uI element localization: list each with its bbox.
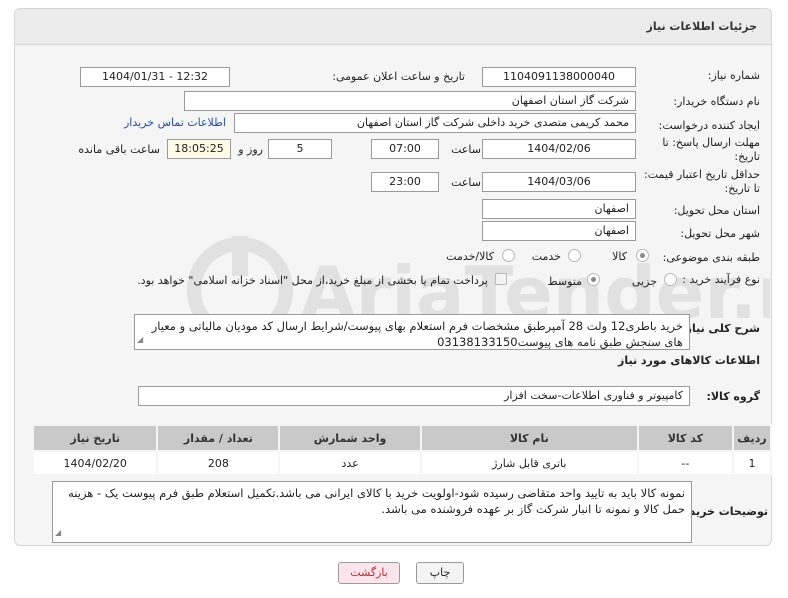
price-date-field: 1404/03/06 (482, 172, 636, 192)
contact-info-link[interactable]: اطلاعات تماس خریدار (124, 116, 226, 129)
announce-field: 1404/01/31 - 12:32 (80, 67, 230, 87)
buyer-org-field: شرکت گاز استان اصفهان (184, 91, 636, 111)
reply-date-field: 1404/02/06 (482, 139, 636, 159)
description-text: خرید باطری12 ولت 28 آمپرطبق مشخصات فرم ا… (151, 319, 683, 349)
goods-table-header: ردیف کد کالا نام کالا واحد شمارش تعداد /… (31, 424, 773, 452)
buyer-org-label: نام دستگاه خریدار: (673, 95, 760, 108)
cell-code: -- (636, 450, 734, 476)
reply-time-field: 07:00 (371, 139, 439, 159)
days-field: 5 (268, 139, 332, 159)
category-option-service: خدمت (531, 250, 561, 263)
cell-need-date: 1404/02/20 (31, 450, 159, 476)
goods-group-field: کامپیوتر و فناوری اطلاعات-سخت افزار (138, 386, 690, 406)
buyer-notes-text: نمونه کالا باید به تایید واحد متقاضی رسی… (68, 486, 685, 516)
cell-unit: عدد (278, 450, 422, 476)
remaining-time-label: ساعت باقی مانده (78, 143, 160, 156)
need-number-field: 1104091138000040 (482, 67, 636, 87)
process-radio-medium[interactable] (587, 273, 600, 286)
col-header-unit: واحد شمارش (278, 424, 422, 452)
goods-table: ردیف کد کالا نام کالا واحد شمارش تعداد /… (31, 424, 773, 476)
category-option-both: کالا/خدمت (446, 250, 494, 263)
category-radio-both[interactable] (502, 249, 515, 262)
price-validity-label-2: تا تاریخ: (724, 182, 760, 195)
resize-handle-icon[interactable]: ◢ (137, 332, 143, 348)
price-time-field: 23:00 (371, 172, 439, 192)
price-time-label: ساعت (451, 176, 481, 189)
buyer-notes-textarea: نمونه کالا باید به تایید واحد متقاضی رسی… (52, 481, 692, 543)
category-radio-service[interactable] (568, 249, 581, 262)
col-header-code: کد کالا (636, 424, 734, 452)
announce-label: تاریخ و ساعت اعلان عمومی: (332, 70, 465, 83)
goods-section-title: اطلاعات کالاهای مورد نیاز (618, 354, 760, 367)
panel-header: جزئیات اطلاعات نیاز (15, 9, 771, 45)
remaining-time-field: 18:05:25 (167, 139, 231, 159)
print-button[interactable]: چاپ (416, 562, 464, 584)
requester-label: ایجاد کننده درخواست: (658, 119, 760, 132)
price-validity-label-1: حداقل تاریخ اعتبار قیمت: (644, 168, 760, 181)
table-row: 1 -- باتری قابل شارژ عدد 208 1404/02/20 (31, 450, 773, 476)
col-header-quantity: تعداد / مقدار (156, 424, 281, 452)
process-radio-minor[interactable] (664, 273, 677, 286)
goods-group-label: گروه کالا: (706, 390, 760, 403)
city-label: شهر محل تحویل: (680, 227, 760, 240)
reply-deadline-label-1: مهلت ارسال پاسخ: تا (662, 136, 760, 149)
category-label: طبقه بندی موضوعی: (662, 251, 760, 264)
treasury-payment-checkbox[interactable] (495, 273, 507, 285)
col-header-date: تاریخ نیاز (31, 424, 159, 452)
process-option-minor: جزیی (631, 275, 657, 288)
city-field: اصفهان (482, 221, 636, 241)
reply-deadline-label-2: تاریخ: (734, 150, 760, 163)
cell-name: باتری قابل شارژ (419, 450, 639, 476)
province-label: استان محل تحویل: (673, 204, 760, 217)
back-button[interactable]: بازگشت (338, 562, 400, 584)
col-header-name: نام کالا (419, 424, 639, 452)
treasury-payment-note: پرداخت تمام یا بخشی از مبلغ خرید،از محل … (137, 274, 488, 287)
process-option-medium: متوسط (547, 275, 582, 288)
reply-time-label: ساعت (451, 143, 481, 156)
need-number-label: شماره نیاز: (707, 69, 760, 82)
resize-handle-icon[interactable]: ◢ (55, 525, 61, 541)
province-field: اصفهان (482, 199, 636, 219)
cell-row-number: 1 (731, 450, 773, 476)
col-header-row: ردیف (731, 424, 773, 452)
page-title: جزئیات اطلاعات نیاز (646, 20, 758, 33)
cell-quantity: 208 (156, 450, 281, 476)
category-option-goods: کالا (612, 250, 627, 263)
description-label: شرح کلی نیاز: (681, 322, 760, 335)
description-textarea: خرید باطری12 ولت 28 آمپرطبق مشخصات فرم ا… (134, 314, 690, 350)
process-label: نوع فرآیند خرید : (682, 273, 760, 286)
category-radio-goods[interactable] (636, 249, 649, 262)
requester-field: محمد کریمی متصدی خرید داخلی شرکت گاز است… (234, 113, 636, 133)
days-label: روز و (238, 143, 263, 156)
